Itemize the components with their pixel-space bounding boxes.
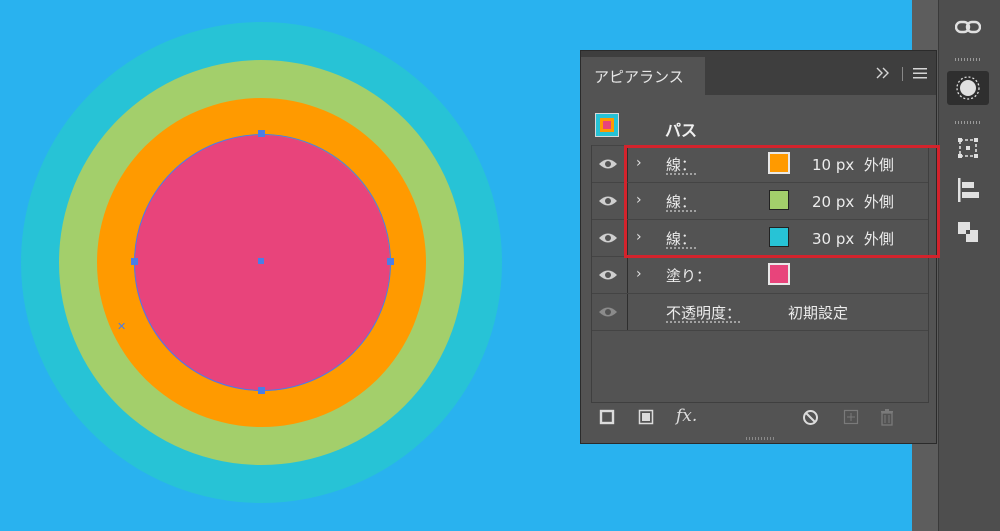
opacity-value: 初期設定 bbox=[788, 304, 849, 322]
visibility-eye-icon[interactable] bbox=[598, 268, 618, 282]
visibility-eye-icon[interactable] bbox=[598, 231, 618, 245]
center-point[interactable] bbox=[258, 258, 264, 264]
anchor-point-bottom[interactable] bbox=[258, 387, 265, 394]
header-divider bbox=[902, 67, 903, 81]
row-divider bbox=[627, 257, 628, 293]
transform-icon[interactable] bbox=[947, 131, 989, 165]
reference-point-icon: ✕ bbox=[117, 320, 127, 333]
fill-label[interactable]: 塗り： bbox=[666, 265, 711, 286]
anchor-point-top[interactable] bbox=[258, 130, 265, 137]
tab-appearance[interactable]: アピアランス bbox=[581, 57, 705, 95]
panel-header[interactable]: アピアランス bbox=[581, 51, 936, 95]
panel-resize-grip[interactable] bbox=[746, 437, 774, 440]
fill-row[interactable]: › 塗り： bbox=[592, 256, 928, 293]
dock-icon-strip bbox=[938, 0, 1000, 531]
opacity-label[interactable]: 不透明度： bbox=[666, 302, 741, 323]
add-new-stroke-icon[interactable] bbox=[599, 409, 615, 429]
stroke-rows-highlight bbox=[624, 145, 940, 258]
dock-grip[interactable] bbox=[955, 58, 981, 61]
visibility-eye-icon bbox=[599, 307, 617, 317]
object-thumbnail bbox=[595, 113, 619, 137]
object-row[interactable]: パス bbox=[591, 109, 927, 145]
visibility-eye-icon[interactable] bbox=[598, 157, 618, 171]
row-divider bbox=[627, 294, 628, 330]
fill-color-swatch[interactable] bbox=[768, 263, 790, 285]
link-icon[interactable] bbox=[947, 10, 989, 44]
chevron-right-icon[interactable]: › bbox=[636, 266, 642, 282]
add-effect-icon[interactable]: fx. bbox=[676, 406, 697, 426]
align-icon[interactable] bbox=[947, 173, 989, 207]
panel-menu-icon[interactable] bbox=[913, 67, 927, 83]
appearance-icon[interactable] bbox=[947, 71, 989, 105]
object-type-label: パス bbox=[665, 121, 698, 140]
anchor-point-left[interactable] bbox=[131, 258, 138, 265]
anchor-point-right[interactable] bbox=[387, 258, 394, 265]
collapse-panel-icon[interactable] bbox=[876, 67, 890, 83]
clear-appearance-icon[interactable] bbox=[802, 409, 819, 430]
row-divider-bottom bbox=[592, 330, 928, 331]
add-new-fill-icon[interactable] bbox=[638, 409, 654, 429]
duplicate-item-icon bbox=[843, 409, 859, 429]
visibility-eye-icon[interactable] bbox=[598, 194, 618, 208]
opacity-row[interactable]: 不透明度： 初期設定 bbox=[592, 293, 928, 330]
delete-item-icon bbox=[879, 409, 895, 430]
dock-grip[interactable] bbox=[955, 121, 981, 124]
pathfinder-icon[interactable] bbox=[947, 215, 989, 249]
